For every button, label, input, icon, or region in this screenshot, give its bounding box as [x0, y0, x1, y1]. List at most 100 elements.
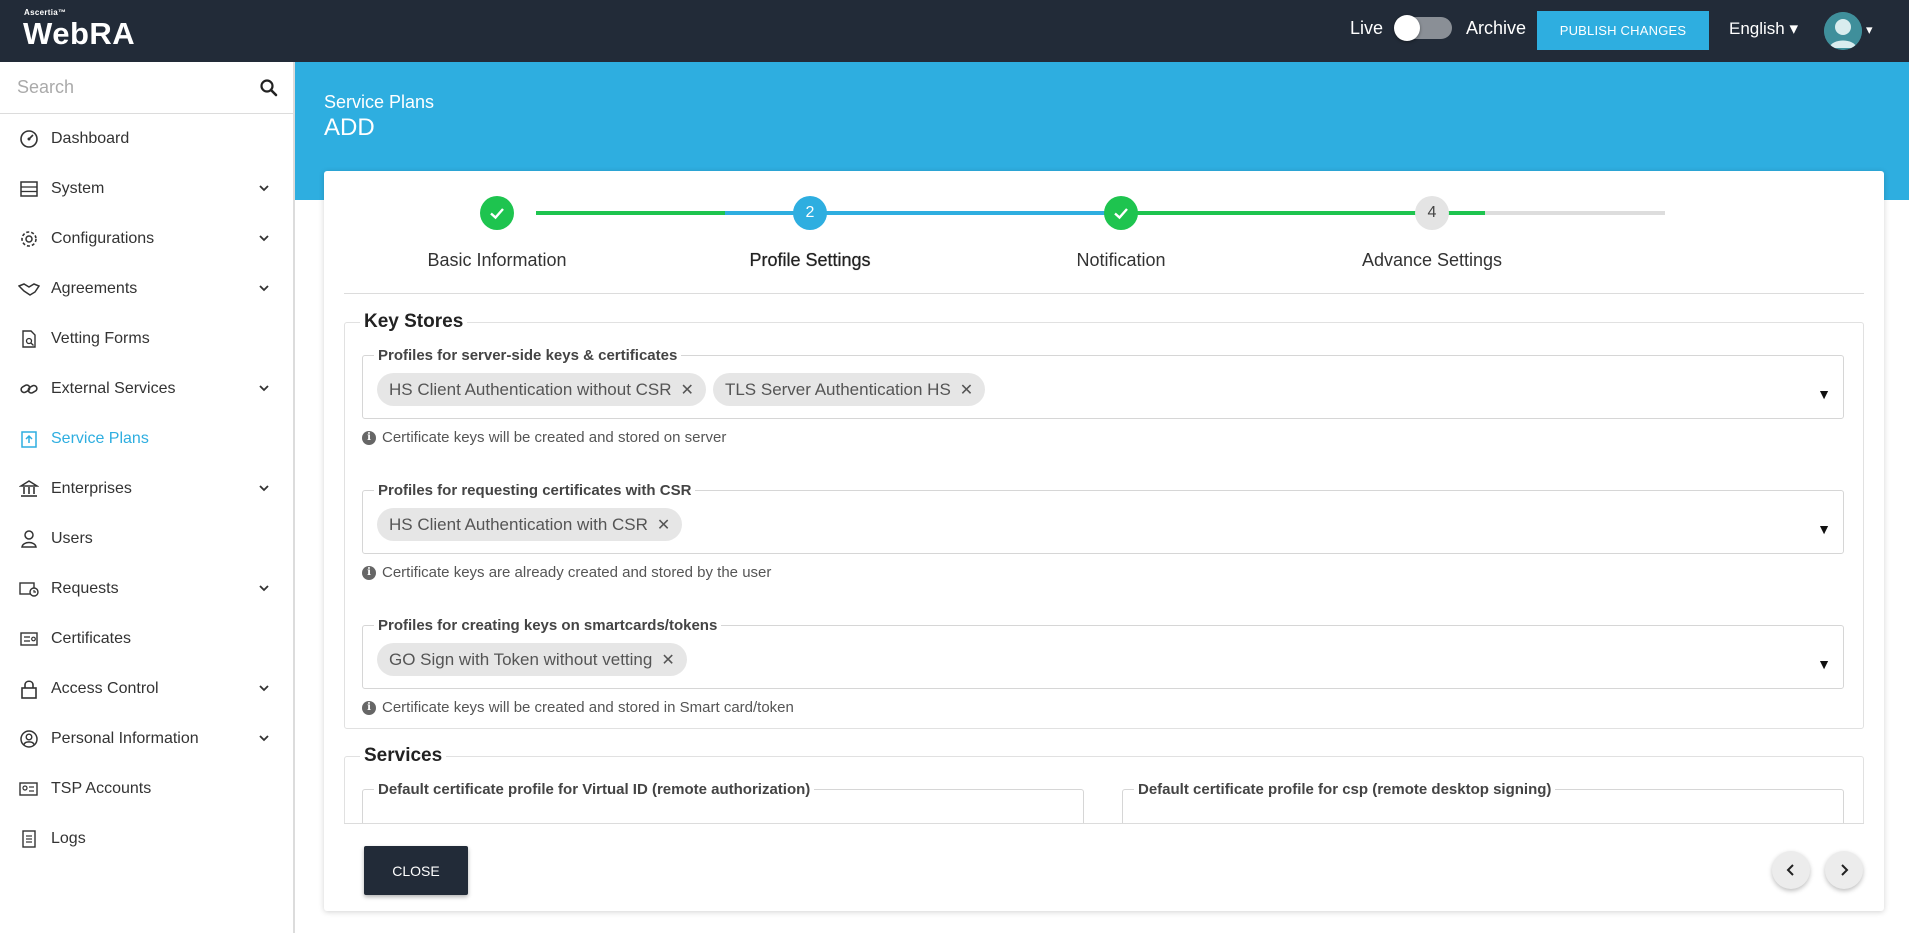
info-icon: i [362, 565, 376, 580]
sidebar-item-tsp-accounts[interactable]: TSP Accounts [0, 764, 293, 814]
language-selector[interactable]: English ▾ [1729, 19, 1798, 39]
link-icon [18, 378, 40, 400]
selected-profile-chip: TLS Server Authentication HS ✕ [712, 373, 986, 406]
sidebar-item-label: Users [51, 530, 93, 547]
sidebar-item-access-control[interactable]: Access Control [0, 664, 293, 714]
csp-profile-select[interactable]: Default certificate profile for csp (rem… [1122, 781, 1844, 824]
chevron-left-icon [1786, 864, 1794, 876]
server-side-chips: HS Client Authentication without CSR ✕ TLS… [377, 373, 992, 406]
selected-profile-chip: HS Client Authentication with CSR ✕ [377, 508, 683, 541]
step-number: 4 [1427, 204, 1437, 221]
form-search-icon [18, 328, 40, 350]
services-title: Services [364, 745, 443, 766]
server-side-hint: i Certificate keys will be created and s… [362, 429, 726, 446]
chevron-down-icon[interactable] [257, 731, 271, 745]
sidebar-item-label: Logs [51, 830, 86, 847]
sidebar-item-configurations[interactable]: Configurations [0, 214, 293, 264]
step-4-label[interactable]: Advance Settings [1302, 250, 1562, 271]
chevron-down-icon[interactable] [257, 231, 271, 245]
wizard-content[interactable]: Key Stores Profiles for server-side keys… [344, 294, 1864, 824]
sidebar-item-label: Configurations [51, 230, 155, 247]
step-1-label[interactable]: Basic Information [367, 250, 627, 271]
stepper-line-2 [725, 211, 1105, 215]
search-input[interactable] [0, 62, 240, 112]
csr-profiles-select[interactable]: Profiles for requesting certificates wit… [362, 482, 1844, 554]
requests-icon [18, 578, 40, 600]
remove-chip-icon[interactable]: ✕ [960, 380, 973, 400]
chevron-down-icon[interactable] [257, 481, 271, 495]
sidebar-item-certificates[interactable]: Certificates [0, 614, 293, 664]
step-4-indicator[interactable]: 4 [1415, 196, 1449, 230]
selected-profile-chip: HS Client Authentication without CSR ✕ [377, 373, 706, 406]
server-side-hint-text: Certificate keys will be created and sto… [382, 429, 727, 446]
remove-chip-icon[interactable]: ✕ [661, 650, 674, 670]
live-archive-switch: Live Archive [1350, 15, 1526, 41]
chip-label: HS Client Authentication with CSR [389, 514, 648, 534]
publish-changes-button[interactable]: PUBLISH CHANGES [1537, 11, 1709, 50]
server-side-profiles-select[interactable]: Profiles for server-side keys & certific… [362, 347, 1844, 419]
sidebar-item-logs[interactable]: Logs [0, 814, 293, 864]
key-stores-group: Key Stores Profiles for server-side keys… [344, 311, 1864, 729]
chevron-down-icon[interactable] [257, 281, 271, 295]
sidebar-item-label: Vetting Forms [51, 330, 150, 347]
sidebar-item-service-plans[interactable]: Service Plans [0, 414, 293, 464]
sidebar-item-vetting-forms[interactable]: Vetting Forms [0, 314, 293, 364]
sidebar-item-label: TSP Accounts [51, 780, 152, 797]
dropdown-caret-icon[interactable]: ▼ [1817, 656, 1831, 672]
dropdown-caret-icon[interactable]: ▼ [1817, 521, 1831, 537]
certificate-icon [18, 628, 40, 650]
sidebar-item-requests[interactable]: Requests [0, 564, 293, 614]
chevron-down-icon[interactable] [257, 181, 271, 195]
lock-icon [18, 678, 40, 700]
system-icon [18, 178, 40, 200]
next-step-button[interactable] [1825, 851, 1863, 889]
sidebar-item-dashboard[interactable]: Dashboard [0, 114, 293, 164]
id-card-icon [18, 778, 40, 800]
smartcard-hint-text: Certificate keys will be created and sto… [382, 699, 794, 716]
services-group: Services Default certificate profile for… [344, 745, 1864, 824]
previous-step-button[interactable] [1772, 851, 1810, 889]
logo-title: WebRA [23, 16, 136, 51]
chevron-down-icon[interactable] [257, 681, 271, 695]
step-2-label[interactable]: Profile Settings [680, 250, 940, 271]
sidebar-nav: Dashboard System Configurations Agreements V… [0, 114, 293, 864]
dropdown-caret-icon[interactable]: ▼ [1817, 386, 1831, 402]
content-divider [344, 823, 1864, 824]
step-2-indicator[interactable]: 2 [793, 196, 827, 230]
chevron-down-icon[interactable] [257, 381, 271, 395]
sidebar-item-label: System [51, 180, 105, 197]
remove-chip-icon[interactable]: ✕ [681, 380, 694, 400]
sidebar-item-system[interactable]: System [0, 164, 293, 214]
sidebar-item-personal-information[interactable]: Personal Information [0, 714, 293, 764]
remove-chip-icon[interactable]: ✕ [657, 515, 670, 535]
live-archive-toggle[interactable] [1394, 15, 1453, 41]
user-icon [18, 528, 40, 550]
top-bar: Ascertia™ WebRA Live Archive PUBLISH CHA… [0, 0, 1909, 62]
bank-icon [18, 478, 40, 500]
webra-logo[interactable]: Ascertia™ WebRA [23, 8, 135, 51]
chevron-down-icon[interactable] [257, 581, 271, 595]
sidebar-item-agreements[interactable]: Agreements [0, 264, 293, 314]
csp-profile-label: Default certificate profile for csp (rem… [1138, 781, 1552, 798]
chip-label: GO Sign with Token without vetting [389, 649, 653, 669]
sidebar-item-users[interactable]: Users [0, 514, 293, 564]
step-3-label[interactable]: Notification [991, 250, 1251, 271]
virtual-id-profile-label: Default certificate profile for Virtual … [378, 781, 811, 798]
sidebar-search [0, 62, 293, 114]
step-3-indicator[interactable] [1104, 196, 1138, 230]
sidebar-item-external-services[interactable]: External Services [0, 364, 293, 414]
info-icon: i [362, 700, 376, 715]
sidebar-item-label: Enterprises [51, 480, 132, 497]
sidebar-item-enterprises[interactable]: Enterprises [0, 464, 293, 514]
close-button[interactable]: CLOSE [364, 846, 468, 895]
sidebar-item-label: Personal Information [51, 730, 199, 747]
csr-profiles-label: Profiles for requesting certificates wit… [378, 482, 692, 499]
step-1-indicator[interactable] [480, 196, 514, 230]
avatar-caret-icon[interactable]: ▾ [1866, 22, 1873, 38]
breadcrumb[interactable]: Service Plans [324, 92, 434, 113]
smartcard-profiles-select[interactable]: Profiles for creating keys on smartcards… [362, 617, 1844, 689]
search-icon[interactable] [259, 78, 279, 98]
avatar[interactable] [1824, 12, 1862, 50]
sidebar-item-label: Dashboard [51, 130, 130, 147]
virtual-id-profile-select[interactable]: Default certificate profile for Virtual … [362, 781, 1084, 824]
